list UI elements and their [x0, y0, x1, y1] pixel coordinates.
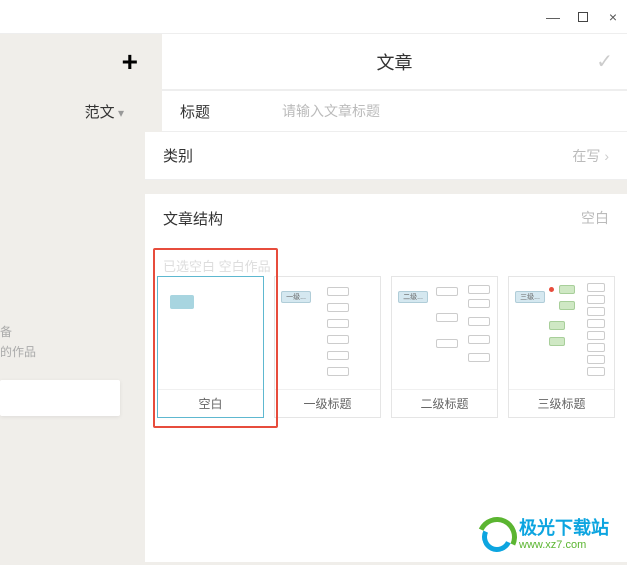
category-row[interactable]: 类别 在写 › [145, 132, 627, 180]
maximize-button[interactable] [577, 8, 589, 26]
template-gallery: 已选空白 空白作品 空白 一级... [145, 248, 627, 448]
add-button[interactable]: + [122, 48, 138, 76]
second-row: 范文 标题 [0, 90, 627, 132]
structure-row[interactable]: 文章结构 空白 [145, 194, 627, 242]
titlebar: — × [0, 0, 627, 34]
watermark-url: www.xz7.com [519, 539, 609, 551]
watermark-name: 极光下载站 [519, 519, 609, 539]
mindmap-root: 三级... [515, 291, 545, 303]
sidebar-hint: 备 的作品 [0, 322, 36, 362]
template-label: 二级标题 [392, 389, 497, 417]
template-label: 三级标题 [509, 389, 614, 417]
mindmap-root: 二级... [398, 291, 428, 303]
template-level3[interactable]: 三级... 三级标题 [508, 276, 615, 418]
confirm-icon[interactable]: ✓ [596, 49, 613, 74]
chevron-right-icon: › [604, 148, 609, 164]
top-row: + 文章 ✓ [0, 34, 627, 90]
template-level2[interactable]: 二级... 二级标题 [391, 276, 498, 418]
template-level1[interactable]: 一级... 一级标题 [274, 276, 381, 418]
title-input[interactable] [242, 103, 609, 119]
watermark: 极光下载站 www.xz7.com [477, 517, 609, 553]
minimize-button[interactable]: — [547, 8, 559, 26]
tab-article[interactable]: 文章 [377, 49, 413, 75]
category-value: 在写 [572, 146, 600, 166]
structure-label: 文章结构 [163, 208, 223, 229]
blank-node-icon [170, 295, 194, 309]
category-label: 类别 [163, 145, 225, 166]
template-label: 空白 [158, 389, 263, 417]
sidebar-input-box[interactable] [0, 380, 120, 416]
title-label: 标题 [180, 101, 242, 122]
logo-icon [477, 517, 513, 553]
section-divider [145, 180, 627, 194]
template-label: 一级标题 [275, 389, 380, 417]
mindmap-root: 一级... [281, 291, 311, 303]
structure-value: 空白 [581, 208, 609, 228]
template-blank[interactable]: 空白 [157, 276, 264, 418]
selected-hint: 已选空白 空白作品 [163, 256, 271, 275]
close-button[interactable]: × [607, 8, 619, 26]
sample-dropdown[interactable]: 范文 [85, 101, 124, 122]
